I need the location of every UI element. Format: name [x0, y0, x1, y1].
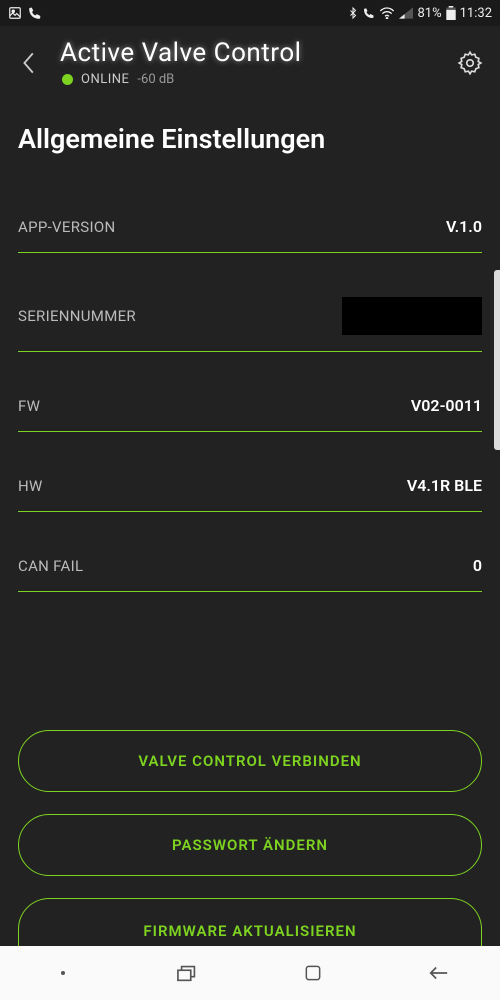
can-fail-row: CAN FAIL 0: [18, 542, 482, 592]
fw-label: FW: [18, 397, 40, 415]
page-title: Active Valve Control: [60, 38, 454, 68]
phone-icon: [28, 6, 42, 20]
battery-icon: [446, 6, 456, 20]
settings-button[interactable]: [454, 47, 486, 79]
change-password-button[interactable]: PASSWORT ÄNDERN: [18, 814, 482, 876]
hw-value: V4.1R BLE: [407, 476, 482, 495]
scrollbar[interactable]: [494, 270, 500, 450]
firmware-button-label: FIRMWARE AKTUALISIEREN: [143, 922, 356, 940]
home-button[interactable]: [283, 958, 343, 988]
can-fail-value: 0: [473, 556, 482, 575]
online-indicator-icon: [62, 74, 73, 85]
serial-value-redacted: [342, 297, 482, 335]
android-nav-bar: [0, 946, 500, 1000]
battery-percent: 81%: [417, 6, 441, 21]
recent-apps-button[interactable]: [158, 958, 218, 988]
serial-label: SERIENNUMMER: [18, 307, 136, 325]
hw-label: HW: [18, 477, 43, 495]
bluetooth-icon: [347, 6, 359, 20]
fw-value: V02-0011: [411, 396, 482, 415]
app-version-label: APP-VERSION: [18, 218, 115, 236]
nav-back-button[interactable]: [408, 958, 468, 988]
online-label: ONLINE: [81, 72, 129, 87]
wifi-icon: [379, 7, 395, 19]
fw-row: FW V02-0011: [18, 382, 482, 432]
clock-time: 11:32: [460, 6, 492, 21]
image-icon: [8, 6, 22, 20]
nav-dot[interactable]: [33, 958, 93, 988]
password-button-label: PASSWORT ÄNDERN: [172, 836, 328, 854]
back-button[interactable]: [14, 49, 42, 77]
section-heading: Allgemeine Einstellungen: [18, 123, 482, 155]
android-status-bar: 81% 11:32: [0, 0, 500, 26]
update-firmware-button[interactable]: FIRMWARE AKTUALISIEREN: [18, 898, 482, 946]
phone-active-icon: [363, 7, 375, 19]
signal-strength: -60 dB: [137, 72, 174, 87]
app-version-value: V.1.0: [446, 217, 482, 236]
signal-icon: [399, 7, 413, 19]
serial-row: SERIENNUMMER: [18, 283, 482, 352]
hw-row: HW V4.1R BLE: [18, 462, 482, 512]
connect-button-label: VALVE CONTROL VERBINDEN: [138, 752, 361, 770]
connect-valve-control-button[interactable]: VALVE CONTROL VERBINDEN: [18, 730, 482, 792]
app-version-row: APP-VERSION V.1.0: [18, 203, 482, 253]
app-header: Active Valve Control ONLINE -60 dB: [0, 26, 500, 95]
can-fail-label: CAN FAIL: [18, 557, 83, 575]
